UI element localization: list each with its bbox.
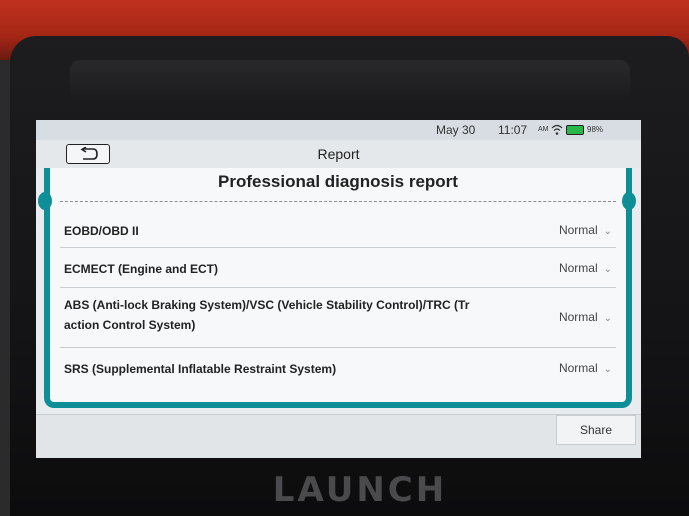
status-time: 11:07 <box>498 123 528 137</box>
status-text: Normal <box>558 223 598 237</box>
chevron-down-icon: ⌄ <box>603 364 612 375</box>
status-text: Normal <box>558 310 598 324</box>
system-row-srs[interactable]: SRS (Supplemental Inflatable Restraint S… <box>60 348 616 388</box>
status-ampm: AM <box>538 126 549 133</box>
page-title: Report <box>317 146 360 162</box>
system-row-eobd[interactable]: EOBD/OBD II Normal ⌄ <box>60 212 616 248</box>
device-brand-logo: LAUNCH <box>272 470 448 510</box>
screen: May 30 11:07 AM 98% Report Professional … <box>36 120 641 458</box>
status-bar: May 30 11:07 AM 98% <box>36 120 641 140</box>
report-card: Professional diagnosis report EOBD/OBD I… <box>38 168 636 408</box>
card-notch-right <box>622 192 636 210</box>
bezel-gloss <box>70 60 630 100</box>
system-label: SRS (Supplemental Inflatable Restraint S… <box>64 362 337 376</box>
system-row-abs[interactable]: ABS (Anti-lock Braking System)/VSC (Vehi… <box>60 288 616 348</box>
battery-level: 98% <box>587 125 604 134</box>
system-status: Normal ⌄ <box>559 310 612 324</box>
system-label: ABS (Anti-lock Braking System)/VSC (Vehi… <box>64 298 470 312</box>
chevron-down-icon: ⌄ <box>603 226 612 237</box>
status-text: Normal <box>558 261 598 275</box>
share-button[interactable]: Share <box>556 415 636 445</box>
system-label: EOBD/OBD II <box>64 224 139 238</box>
wifi-icon <box>551 124 563 135</box>
system-row-ecmect[interactable]: ECMECT (Engine and ECT) Normal ⌄ <box>60 248 616 288</box>
card-notch-left <box>38 192 52 210</box>
report-heading: Professional diagnosis report <box>218 172 458 191</box>
system-label: ECMECT (Engine and ECT) <box>64 262 218 276</box>
chevron-down-icon: ⌄ <box>603 264 612 275</box>
chevron-down-icon: ⌄ <box>603 313 612 324</box>
bottom-bar: Share <box>36 414 641 458</box>
system-label-line2: action Control System) <box>64 318 196 332</box>
system-status: Normal ⌄ <box>559 361 612 375</box>
divider <box>60 201 616 202</box>
battery-icon <box>566 125 584 135</box>
title-bar: Report <box>36 140 641 168</box>
status-date: May 30 <box>436 123 476 137</box>
system-status: Normal ⌄ <box>559 223 612 237</box>
status-text: Normal <box>558 361 598 375</box>
system-status: Normal ⌄ <box>559 261 612 275</box>
